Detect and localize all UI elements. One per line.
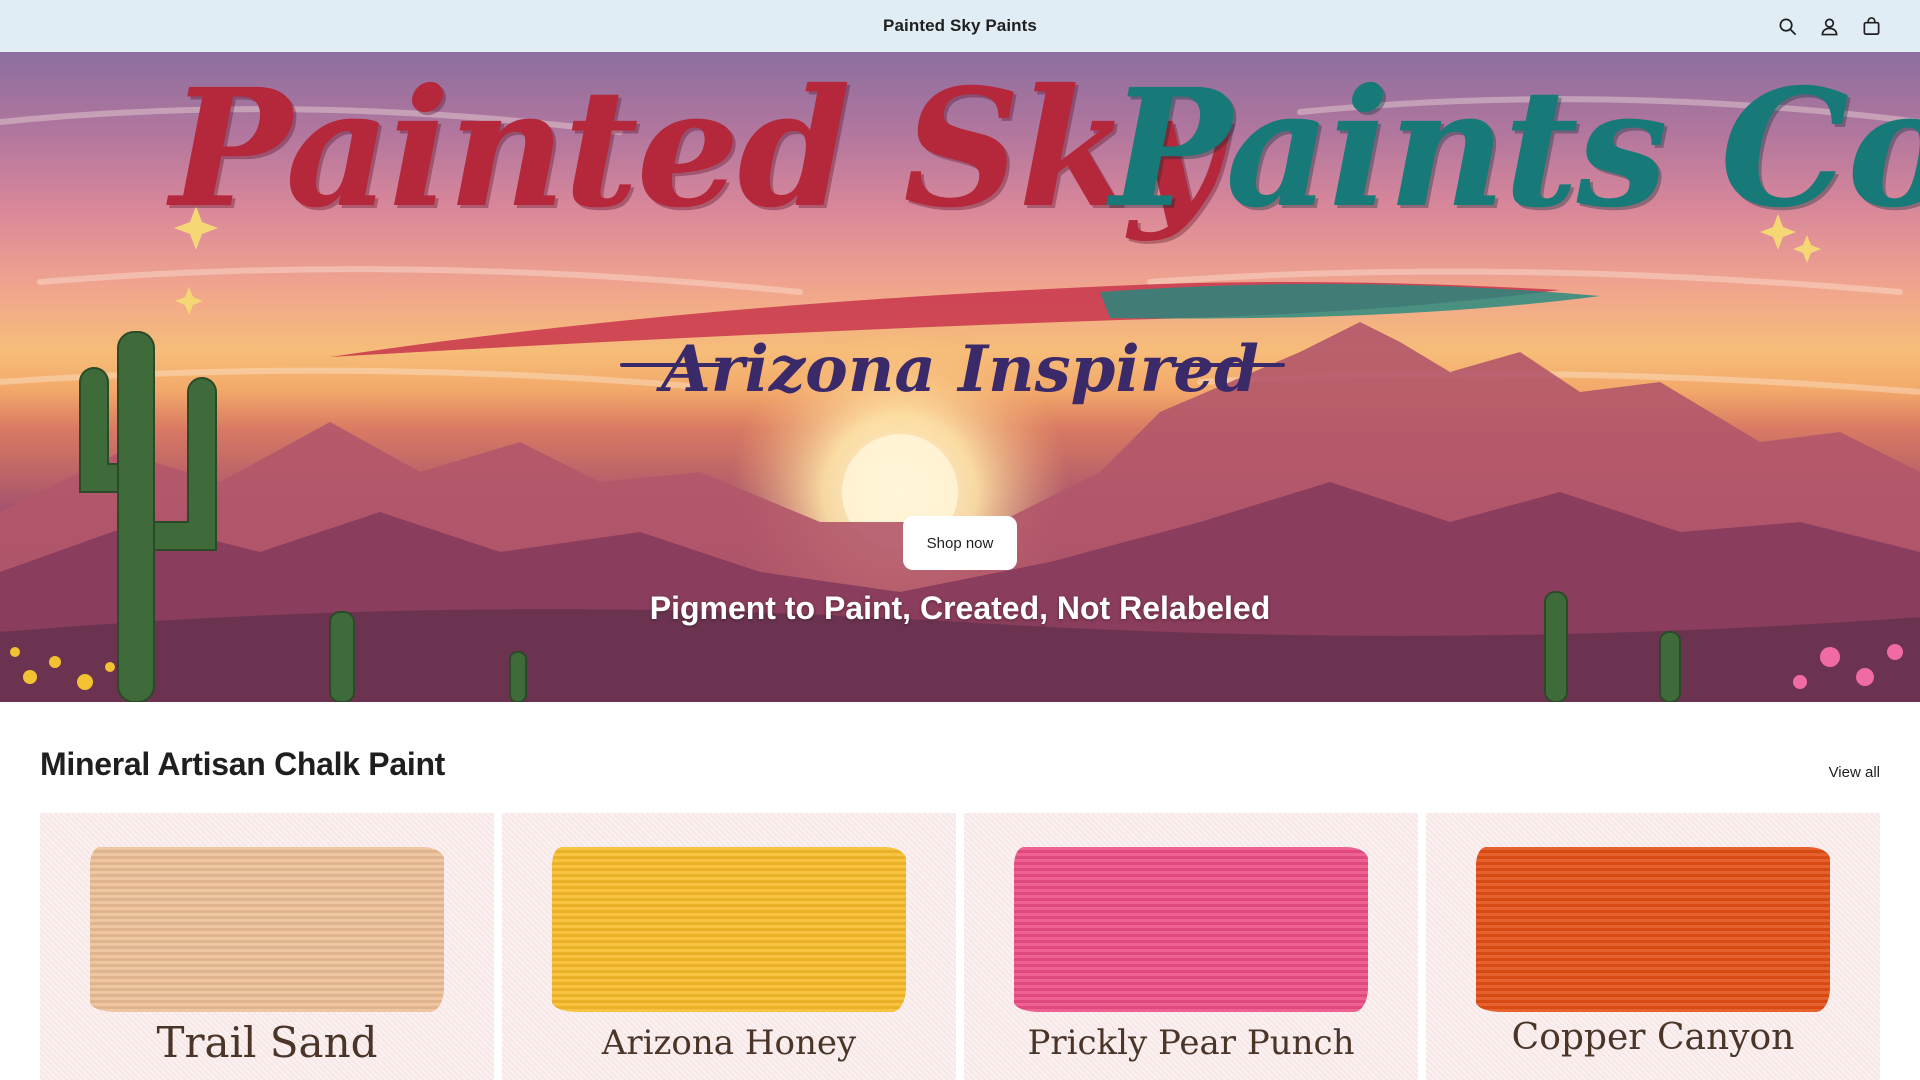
paint-swatch (1014, 847, 1368, 1012)
cart-icon[interactable] (1860, 15, 1882, 37)
product-name: Arizona Honey (601, 1023, 857, 1063)
paint-swatch (1476, 847, 1830, 1012)
product-name: Copper Canyon (1511, 1017, 1795, 1058)
paint-swatch (90, 847, 444, 1012)
header-icons (1776, 0, 1882, 52)
hero-sub-divider-right (1175, 363, 1285, 367)
account-icon[interactable] (1818, 15, 1840, 37)
view-all-link[interactable]: View all (1829, 764, 1880, 781)
site-header: Painted Sky Paints (0, 0, 1920, 52)
product-card-copper-canyon[interactable]: Copper Canyon (1426, 813, 1880, 1080)
shop-now-button[interactable]: Shop now (903, 516, 1017, 570)
paint-swatch (552, 847, 906, 1012)
product-name: Prickly Pear Punch (1027, 1023, 1355, 1063)
hero-logo-paints-co: Paints Co. (1110, 54, 1920, 244)
product-card-trail-sand[interactable]: Trail Sand (40, 813, 494, 1080)
product-name: Trail Sand (156, 1018, 378, 1067)
collection-title: Mineral Artisan Chalk Paint (40, 746, 446, 782)
brand-logo-link[interactable]: Painted Sky Paints (883, 16, 1037, 36)
search-icon[interactable] (1776, 15, 1798, 37)
hero-banner: Painted Sky Paints Co. Arizona Inspired … (0, 52, 1920, 702)
hero-subtitle: Arizona Inspired (661, 332, 1259, 407)
product-card-arizona-honey[interactable]: Arizona Honey (502, 813, 956, 1080)
product-card-prickly-pear-punch[interactable]: Prickly Pear Punch (964, 813, 1418, 1080)
hero-tagline: Pigment to Paint, Created, Not Relabeled (649, 590, 1271, 626)
product-grid: Trail Sand Arizona Honey Prickly Pear Pu… (40, 813, 1880, 1080)
hero-logo-painted-sky: Painted Sky (170, 54, 1223, 244)
